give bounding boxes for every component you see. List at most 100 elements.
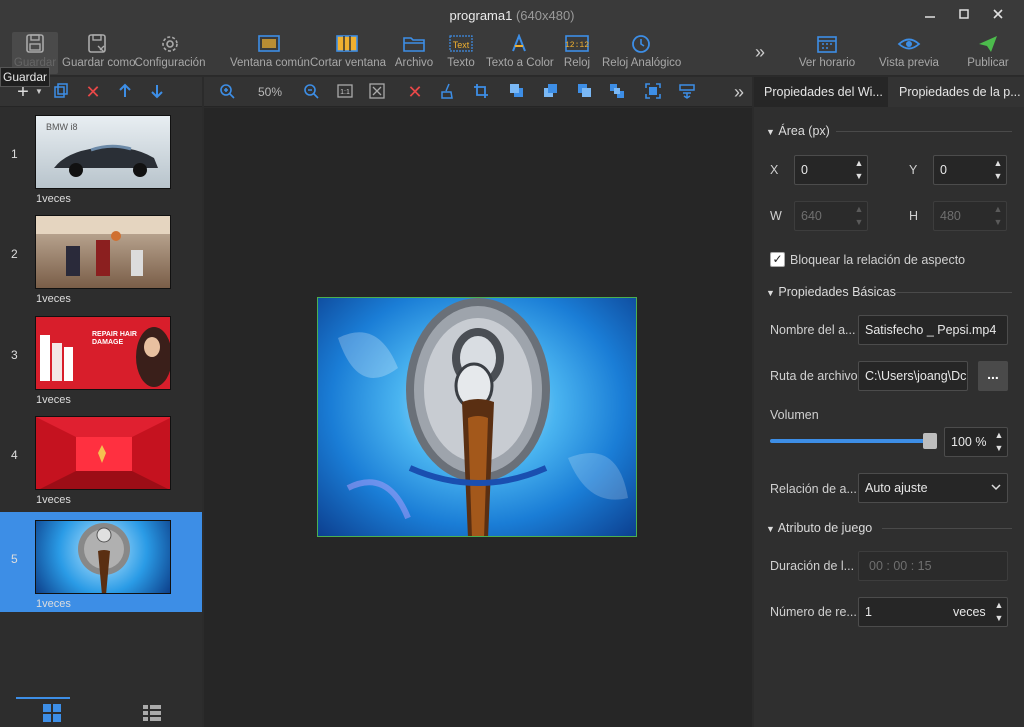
move-up-button[interactable] (116, 83, 134, 101)
save-icon (26, 34, 44, 53)
tab-widget-properties[interactable]: Propiedades del Wi... (754, 77, 888, 107)
playlist-item-selected[interactable]: 5 1veces (0, 512, 202, 612)
volume-label: Volumen (770, 408, 819, 422)
area-header-label: Área (px) (778, 124, 830, 138)
h-label: H (909, 209, 919, 223)
svg-text:12:12: 12:12 (565, 41, 589, 50)
delete-item-button[interactable]: ✕ (84, 83, 102, 101)
close-button[interactable] (988, 6, 1008, 24)
volume-slider-track[interactable] (770, 439, 930, 443)
fit-screen-button[interactable] (368, 83, 386, 101)
schedule-button[interactable]: Ver horario (798, 32, 856, 74)
zoom-in-button[interactable] (218, 83, 236, 101)
copy-item-button[interactable] (52, 83, 70, 101)
color-text-label: Texto a Color (486, 57, 554, 69)
browse-button[interactable]: ... (978, 361, 1008, 391)
aspect-ratio-select[interactable]: Auto ajuste (858, 473, 1008, 503)
move-down-button[interactable] (148, 83, 166, 101)
delete-element-button[interactable]: ✕ (406, 83, 424, 101)
tab-page-properties[interactable]: Propiedades de la p... (889, 77, 1024, 107)
color-text-button[interactable]: Texto a Color (486, 32, 554, 74)
playlist-item[interactable]: 3 REPAIR HAIR DAMAGE 1veces (0, 308, 202, 408)
spin-up-icon: ▲ (854, 204, 864, 214)
text-button[interactable]: Text Texto (444, 32, 478, 74)
h-value: 480 (940, 209, 961, 223)
canvas-toolbar-more-button[interactable]: » (730, 83, 748, 101)
repeat-value: 1 (865, 605, 872, 619)
copy-icon (54, 83, 68, 98)
x-field[interactable]: 0 ▲ ▼ (794, 155, 868, 185)
clear-button[interactable] (438, 83, 456, 101)
send-back-button[interactable] (608, 83, 626, 101)
chevron-down-icon: ▼ (766, 288, 775, 298)
text-icon: Text (449, 35, 473, 52)
playlist-item[interactable]: 1 BMW i8 1veces (0, 107, 202, 207)
path-field[interactable]: C:\Users\joang\Dc (858, 361, 968, 391)
name-field[interactable]: Satisfecho _ Pepsi.mp4 (858, 315, 1008, 345)
list-icon (143, 705, 161, 721)
fill-screen-button[interactable] (644, 83, 662, 101)
send-backward-button[interactable] (576, 83, 594, 101)
area-section-header[interactable]: ▼ Área (px) (766, 124, 1012, 138)
program-resolution: (640x480) (515, 8, 575, 23)
volume-field[interactable]: 100 % ▲ ▼ (944, 427, 1008, 457)
duration-field: 00 : 00 : 15 (858, 551, 1008, 581)
spin-up-icon[interactable]: ▲ (853, 158, 865, 169)
spin-up-icon: ▲ (993, 204, 1003, 214)
spin-down-icon[interactable]: ▼ (993, 613, 1005, 624)
spin-down-icon[interactable]: ▼ (993, 443, 1005, 454)
save-as-button[interactable]: Guardar como (62, 32, 136, 74)
analog-clock-button[interactable]: Reloj Analógico (602, 32, 681, 74)
play-attributes-header[interactable]: ▼ Atributo de juego (766, 521, 1012, 535)
toolbar-more-button[interactable]: » (748, 32, 772, 74)
color-text-icon (512, 34, 526, 52)
lock-aspect-checkbox[interactable]: ✓ (770, 252, 785, 267)
preview-button[interactable]: Vista previa (878, 32, 940, 74)
item-repeat-count: 1veces (36, 193, 71, 205)
playlist-item[interactable]: 4 1veces (0, 408, 202, 508)
common-window-button[interactable]: Ventana común (230, 32, 310, 74)
editor-canvas[interactable] (204, 108, 752, 727)
minimize-button[interactable] (920, 6, 940, 24)
basic-properties-header[interactable]: ▼ Propiedades Básicas (766, 285, 1012, 299)
publish-button[interactable]: Publicar (964, 32, 1012, 74)
clock-label: Reloj (563, 57, 591, 69)
expand-icon (645, 83, 661, 99)
volume-slider-handle[interactable] (923, 433, 937, 449)
video-preview[interactable] (317, 297, 637, 537)
actual-size-button[interactable]: 1:1 (336, 83, 354, 101)
split-window-label: Cortar ventana (310, 57, 387, 69)
grid-view-tab[interactable] (16, 697, 70, 723)
repeat-count-field[interactable]: 1 veces ▲ ▼ (858, 597, 1008, 627)
pepsi-can-preview (338, 298, 628, 536)
clock-button[interactable]: 12:12 Reloj (560, 32, 594, 74)
layer-backward-icon (578, 84, 591, 97)
y-field[interactable]: 0 ▲ ▼ (933, 155, 1007, 185)
car-image (54, 144, 158, 177)
playlist-item[interactable]: 2 1veces (0, 207, 202, 307)
one-to-one-icon: 1:1 (337, 84, 353, 98)
spin-down-icon[interactable]: ▼ (853, 171, 865, 182)
aspect-ratio-value: Auto ajuste (865, 481, 928, 495)
file-button[interactable]: Archivo (394, 32, 434, 74)
crop-button[interactable] (472, 83, 490, 101)
bring-front-button[interactable] (508, 83, 526, 101)
maximize-button[interactable] (954, 6, 974, 24)
item-thumbnail-basketball (35, 215, 171, 289)
align-button[interactable] (678, 83, 696, 101)
zoom-out-button[interactable] (302, 83, 320, 101)
spin-up-icon[interactable]: ▲ (993, 600, 1005, 611)
save-tooltip: Guardar (0, 67, 50, 87)
item-repeat-count: 1veces (36, 598, 71, 610)
text-label: Texto (447, 57, 475, 69)
bring-forward-button[interactable] (542, 83, 560, 101)
spin-down-icon[interactable]: ▼ (992, 171, 1004, 182)
list-view-tab[interactable] (142, 703, 162, 723)
item-thumbnail-bmw: BMW i8 (35, 115, 171, 189)
fit-icon (369, 83, 385, 99)
settings-button[interactable]: Configuración (134, 32, 206, 74)
split-window-button[interactable]: Cortar ventana (310, 32, 387, 74)
layer-forward-icon (544, 84, 557, 97)
spin-up-icon[interactable]: ▲ (993, 430, 1005, 441)
spin-up-icon[interactable]: ▲ (992, 158, 1004, 169)
